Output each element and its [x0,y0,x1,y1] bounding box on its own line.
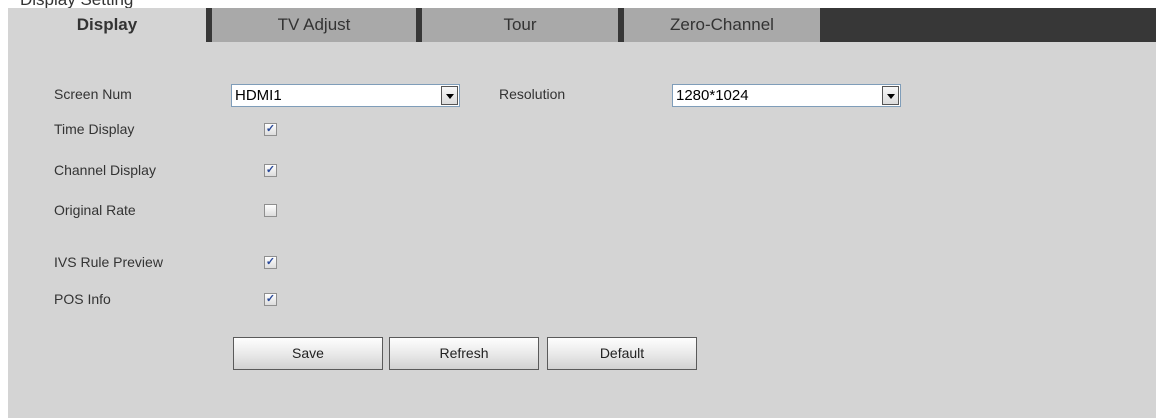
ivs-rule-preview-label: IVS Rule Preview [54,254,163,270]
tab-bar: Display TV Adjust Tour Zero-Channel [8,8,1156,42]
chevron-down-icon[interactable] [441,86,458,105]
checkmark-icon: ✓ [265,164,276,176]
tab-zero-channel[interactable]: Zero-Channel [618,8,820,42]
checkmark-icon: ✓ [265,256,276,268]
ivs-rule-preview-checkbox[interactable]: ✓ [264,256,277,269]
pos-info-checkbox[interactable]: ✓ [264,293,277,306]
time-display-checkbox[interactable]: ✓ [264,123,277,136]
refresh-button[interactable]: Refresh [389,337,539,370]
tab-tv-adjust[interactable]: TV Adjust [206,8,416,42]
screen-num-label: Screen Num [54,86,132,102]
tab-tour[interactable]: Tour [416,8,618,42]
time-display-label: Time Display [54,121,135,137]
save-button[interactable]: Save [233,337,383,370]
default-button[interactable]: Default [547,337,697,370]
channel-display-checkbox[interactable]: ✓ [264,164,277,177]
screen-num-value: HDMI1 [235,87,282,104]
resolution-select[interactable]: 1280*1024 [672,84,901,107]
channel-display-label: Channel Display [54,162,156,178]
original-rate-label: Original Rate [54,202,136,218]
checkmark-icon: ✓ [265,123,276,135]
resolution-label: Resolution [499,86,566,102]
resolution-value: 1280*1024 [676,87,749,104]
chevron-down-icon[interactable] [882,86,899,105]
original-rate-checkbox[interactable] [264,204,277,217]
checkmark-icon: ✓ [265,293,276,305]
display-settings-panel: Display TV Adjust Tour Zero-Channel Scre… [8,8,1156,418]
screen-num-select[interactable]: HDMI1 [231,84,460,107]
tab-display[interactable]: Display [8,8,206,42]
pos-info-label: POS Info [54,291,111,307]
